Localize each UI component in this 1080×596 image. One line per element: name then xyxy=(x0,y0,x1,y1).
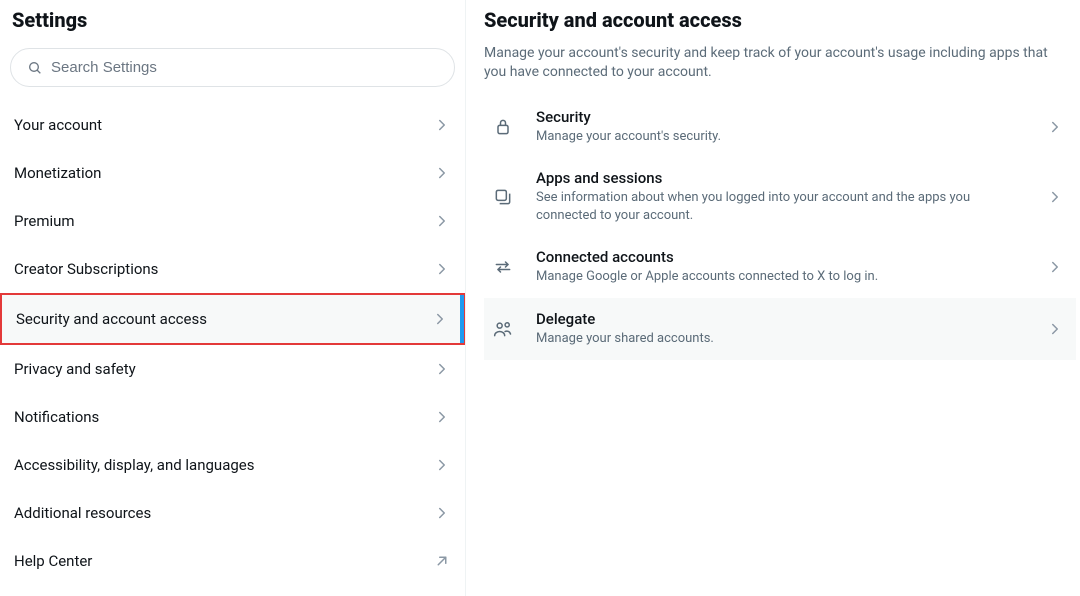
option-security[interactable]: Security Manage your account's security. xyxy=(484,96,1076,158)
chevron-right-icon xyxy=(433,360,451,378)
chevron-right-icon xyxy=(433,212,451,230)
sidebar-item-label: Security and account access xyxy=(16,310,207,328)
sidebar-item-notifications[interactable]: Notifications xyxy=(0,393,465,441)
chevron-right-icon xyxy=(433,164,451,182)
search-input[interactable] xyxy=(51,59,438,76)
chevron-right-icon xyxy=(433,260,451,278)
option-title: Security xyxy=(536,108,1024,126)
option-title: Connected accounts xyxy=(536,248,1024,266)
sidebar-item-accessibility-display-and-languages[interactable]: Accessibility, display, and languages xyxy=(0,441,465,489)
sidebar-item-security-and-account-access[interactable]: Security and account access xyxy=(0,293,465,345)
chevron-right-icon xyxy=(433,116,451,134)
search-settings[interactable] xyxy=(10,48,455,87)
chevron-right-icon xyxy=(433,408,451,426)
chevron-right-icon xyxy=(431,310,449,328)
chevron-right-icon xyxy=(1046,118,1064,136)
sidebar-item-privacy-and-safety[interactable]: Privacy and safety xyxy=(0,345,465,393)
search-icon xyxy=(27,60,43,76)
section-description: Manage your account's security and keep … xyxy=(484,44,1076,82)
external-link-icon xyxy=(433,552,451,570)
sidebar-item-label: Accessibility, display, and languages xyxy=(14,456,254,474)
chevron-right-icon xyxy=(433,456,451,474)
sidebar-item-label: Help Center xyxy=(14,552,92,570)
swap-icon xyxy=(492,257,514,277)
option-title: Apps and sessions xyxy=(536,169,1024,187)
option-desc: Manage your shared accounts. xyxy=(536,330,1024,348)
sidebar-item-label: Monetization xyxy=(14,164,101,182)
sidebar-item-your-account[interactable]: Your account xyxy=(0,101,465,149)
option-desc: Manage your account's security. xyxy=(536,128,1024,146)
option-desc: See information about when you logged in… xyxy=(536,189,1024,224)
sidebar-item-label: Privacy and safety xyxy=(14,360,136,378)
sidebar-item-creator-subscriptions[interactable]: Creator Subscriptions xyxy=(0,245,465,293)
chevron-right-icon xyxy=(1046,258,1064,276)
people-icon xyxy=(492,319,514,339)
sidebar-item-additional-resources[interactable]: Additional resources xyxy=(0,489,465,537)
sidebar-item-label: Premium xyxy=(14,212,75,230)
option-connected-accounts[interactable]: Connected accounts Manage Google or Apple… xyxy=(484,236,1076,298)
settings-title: Settings xyxy=(0,0,465,44)
chevron-right-icon xyxy=(433,504,451,522)
option-apps-and-sessions[interactable]: Apps and sessions See information about w… xyxy=(484,157,1076,236)
lock-icon xyxy=(492,117,514,137)
option-desc: Manage Google or Apple accounts connecte… xyxy=(536,268,1024,286)
sidebar-item-label: Notifications xyxy=(14,408,99,426)
sidebar-item-monetization[interactable]: Monetization xyxy=(0,149,465,197)
apps-icon xyxy=(492,187,514,207)
sidebar-item-premium[interactable]: Premium xyxy=(0,197,465,245)
option-delegate[interactable]: Delegate Manage your shared accounts. xyxy=(484,298,1076,360)
chevron-right-icon xyxy=(1046,188,1064,206)
sidebar-item-label: Additional resources xyxy=(14,504,151,522)
chevron-right-icon xyxy=(1046,320,1064,338)
sidebar-item-label: Your account xyxy=(14,116,102,134)
section-title: Security and account access xyxy=(484,0,1076,44)
sidebar-item-help-center[interactable]: Help Center xyxy=(0,537,465,585)
option-title: Delegate xyxy=(536,310,1024,328)
sidebar-item-label: Creator Subscriptions xyxy=(14,260,158,278)
